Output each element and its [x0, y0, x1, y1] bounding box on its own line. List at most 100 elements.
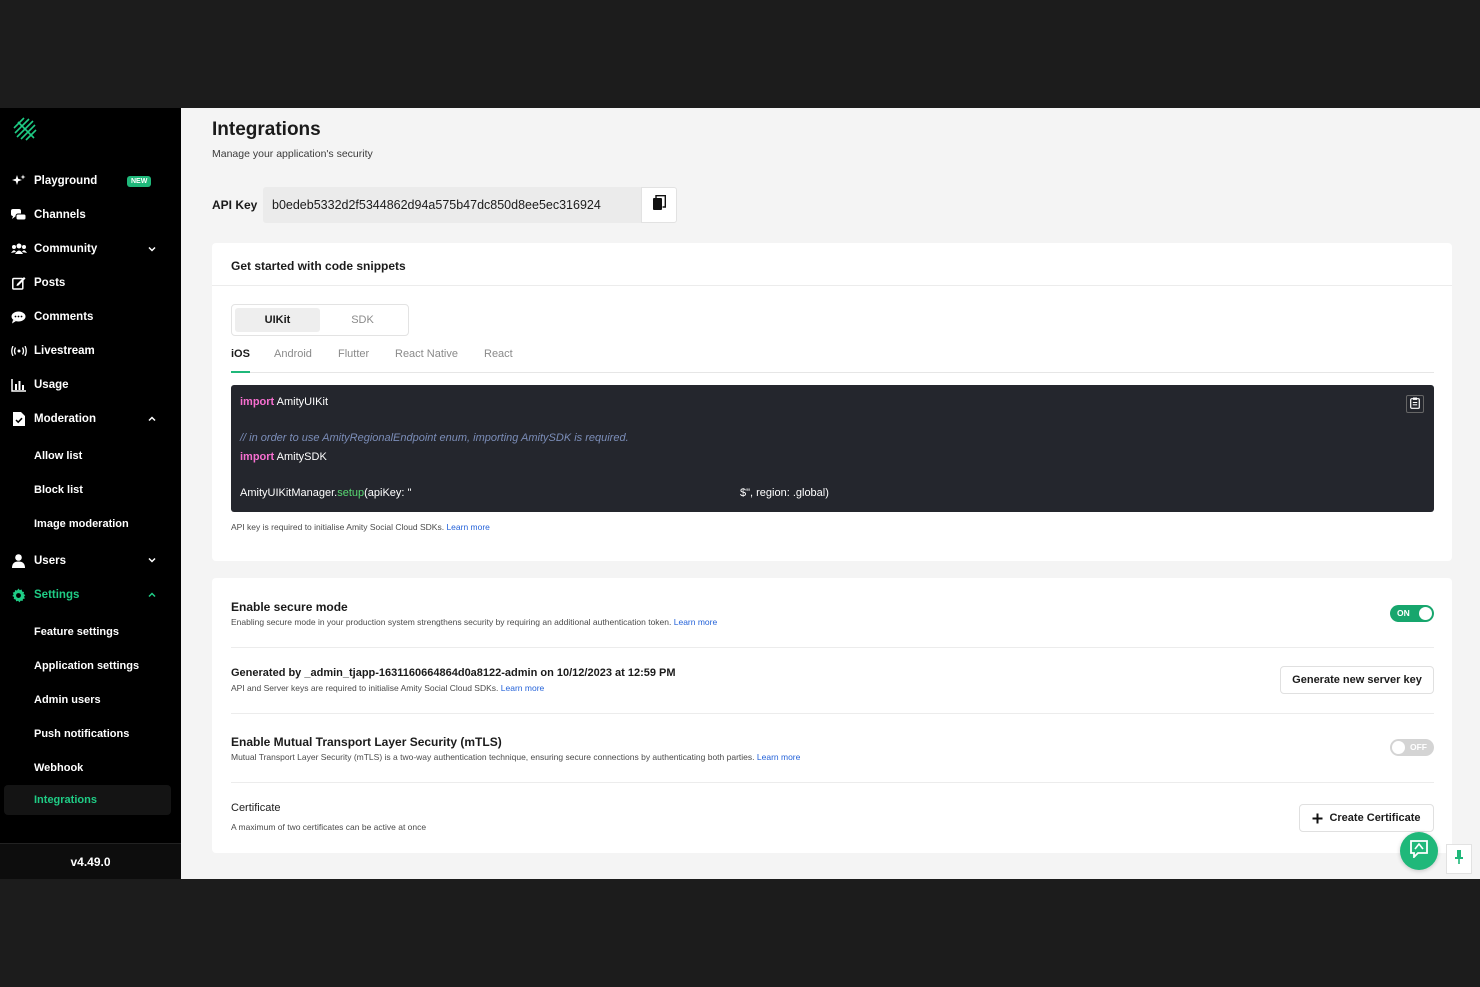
sidebar-item-label: Community — [34, 243, 98, 255]
copy-code-button[interactable] — [1406, 395, 1424, 413]
api-key-label: API Key — [212, 198, 258, 212]
sidebar-subitem-integrations[interactable]: Integrations — [4, 785, 171, 815]
chevron-down-icon — [147, 244, 157, 254]
document-check-icon — [10, 412, 27, 426]
sidebar-subitem-webhook[interactable]: Webhook — [0, 751, 181, 785]
sidebar-subitem-allow-list[interactable]: Allow list — [0, 436, 181, 473]
secure-mode-toggle[interactable]: ON — [1390, 605, 1434, 622]
sidebar-item-label: Usage — [34, 379, 69, 391]
server-key-desc: API and Server keys are required to init… — [231, 683, 544, 693]
mtls-desc: Mutual Transport Layer Security (mTLS) i… — [231, 752, 800, 762]
sidebar-nav: Playground NEW Channels Community Posts … — [0, 164, 181, 815]
note-text: API key is required to initialise Amity … — [231, 522, 445, 532]
api-key-field[interactable]: b0edeb5332d2f5344862d94a575b47dc850d8ee5… — [263, 187, 641, 223]
copy-api-key-button[interactable] — [641, 187, 677, 223]
sidebar-item-comments[interactable]: Comments — [0, 300, 181, 334]
sidebar-subitem-feature-settings[interactable]: Feature settings — [0, 612, 181, 649]
platform-tabs: iOS Android Flutter React Native React — [231, 343, 1434, 373]
code-text: AmityUIKitManager. — [240, 487, 338, 499]
divider — [212, 285, 1452, 286]
app-version: v4.49.0 — [0, 843, 181, 879]
sidebar-subitem-image-moderation[interactable]: Image moderation — [0, 507, 181, 541]
main-content: Integrations Manage your application's s… — [181, 108, 1480, 879]
chevron-up-icon — [147, 590, 157, 600]
segment-uikit[interactable]: UIKit — [235, 308, 320, 332]
learn-more-link[interactable]: Learn more — [446, 522, 489, 532]
sidebar-item-label: Posts — [34, 277, 66, 289]
sidebar-item-posts[interactable]: Posts — [0, 266, 181, 300]
sidebar-item-channels[interactable]: Channels — [0, 198, 181, 232]
sparkle-icon — [10, 174, 27, 188]
comment-icon — [10, 310, 27, 324]
divider — [231, 782, 1434, 783]
mtls-title: Enable Mutual Transport Layer Security (… — [231, 735, 502, 749]
sidebar-item-playground[interactable]: Playground NEW — [0, 164, 181, 198]
new-badge: NEW — [127, 176, 152, 187]
tab-ios[interactable]: iOS — [231, 348, 250, 373]
sidebar-item-moderation[interactable]: Moderation — [0, 402, 181, 436]
row-desc-text: Enabling secure mode in your production … — [231, 617, 672, 627]
divider — [231, 647, 1434, 648]
secure-mode-desc: Enabling secure mode in your production … — [231, 617, 717, 627]
sidebar-item-livestream[interactable]: Livestream — [0, 334, 181, 368]
code-text: AmityUIKit — [274, 396, 329, 408]
sidebar-item-users[interactable]: Users — [0, 541, 181, 578]
sidebar-item-label: Channels — [34, 209, 86, 221]
sidebar-subitem-push-notifications[interactable]: Push notifications — [0, 717, 181, 751]
code-line: AmityUIKitManager.setup(apiKey: " — [240, 487, 411, 499]
sidebar: Playground NEW Channels Community Posts … — [0, 108, 181, 879]
code-keyword: import — [240, 451, 275, 463]
tab-react[interactable]: React — [484, 348, 513, 373]
broadcast-icon — [10, 344, 27, 358]
code-function: setup — [337, 487, 365, 499]
row-desc-text: API and Server keys are required to init… — [231, 683, 499, 693]
snippet-type-toggle: UIKit SDK — [231, 304, 409, 336]
tab-flutter[interactable]: Flutter — [338, 348, 369, 373]
learn-more-link[interactable]: Learn more — [757, 752, 800, 762]
button-label: Create Certificate — [1329, 812, 1421, 824]
sidebar-subitem-admin-users[interactable]: Admin users — [0, 683, 181, 717]
api-key-note: API key is required to initialise Amity … — [231, 522, 490, 532]
create-certificate-button[interactable]: Create Certificate — [1299, 804, 1434, 832]
copy-icon — [652, 195, 666, 215]
security-card: Enable secure mode Enabling secure mode … — [212, 578, 1452, 853]
tab-react-native[interactable]: React Native — [395, 348, 458, 373]
mtls-toggle[interactable]: OFF — [1390, 739, 1434, 756]
toggle-label: ON — [1397, 608, 1410, 618]
row-desc-text: Mutual Transport Layer Security (mTLS) i… — [231, 752, 755, 762]
learn-more-link[interactable]: Learn more — [501, 683, 544, 693]
sidebar-item-label: Moderation — [34, 413, 96, 425]
tab-android[interactable]: Android — [274, 348, 312, 373]
code-keyword: import — [240, 396, 275, 408]
edit-post-icon — [10, 276, 27, 290]
certificate-title: Certificate — [231, 802, 281, 814]
clipboard-icon — [1410, 397, 1420, 412]
amity-logo-icon[interactable] — [12, 116, 38, 142]
sidebar-item-usage[interactable]: Usage — [0, 368, 181, 402]
sidebar-item-settings[interactable]: Settings — [0, 578, 181, 612]
code-line: import AmitySDK — [240, 451, 327, 463]
sidebar-item-label: Comments — [34, 311, 94, 323]
user-icon — [10, 554, 27, 568]
generate-server-key-button[interactable]: Generate new server key — [1280, 666, 1434, 694]
divider — [231, 713, 1434, 714]
learn-more-link[interactable]: Learn more — [674, 617, 717, 627]
certificate-desc: A maximum of two certificates can be act… — [231, 822, 427, 832]
toggle-knob — [1419, 607, 1432, 620]
sidebar-item-label: Livestream — [34, 345, 95, 357]
bar-chart-icon — [10, 378, 27, 392]
side-help-button[interactable] — [1446, 844, 1472, 874]
code-text: AmitySDK — [274, 451, 327, 463]
sidebar-item-label: Users — [34, 555, 66, 567]
secure-mode-title: Enable secure mode — [231, 600, 348, 614]
code-block[interactable]: import AmityUIKit // in order to use Ami… — [231, 385, 1434, 512]
sidebar-item-community[interactable]: Community — [0, 232, 181, 266]
toggle-label: OFF — [1410, 742, 1427, 752]
sidebar-subitem-application-settings[interactable]: Application settings — [0, 649, 181, 683]
plus-icon — [1312, 813, 1323, 824]
chat-support-button[interactable] — [1400, 832, 1438, 870]
chat-support-icon — [1409, 839, 1429, 863]
app-frame: Playground NEW Channels Community Posts … — [0, 108, 1480, 879]
sidebar-subitem-block-list[interactable]: Block list — [0, 473, 181, 507]
segment-sdk[interactable]: SDK — [320, 308, 405, 332]
